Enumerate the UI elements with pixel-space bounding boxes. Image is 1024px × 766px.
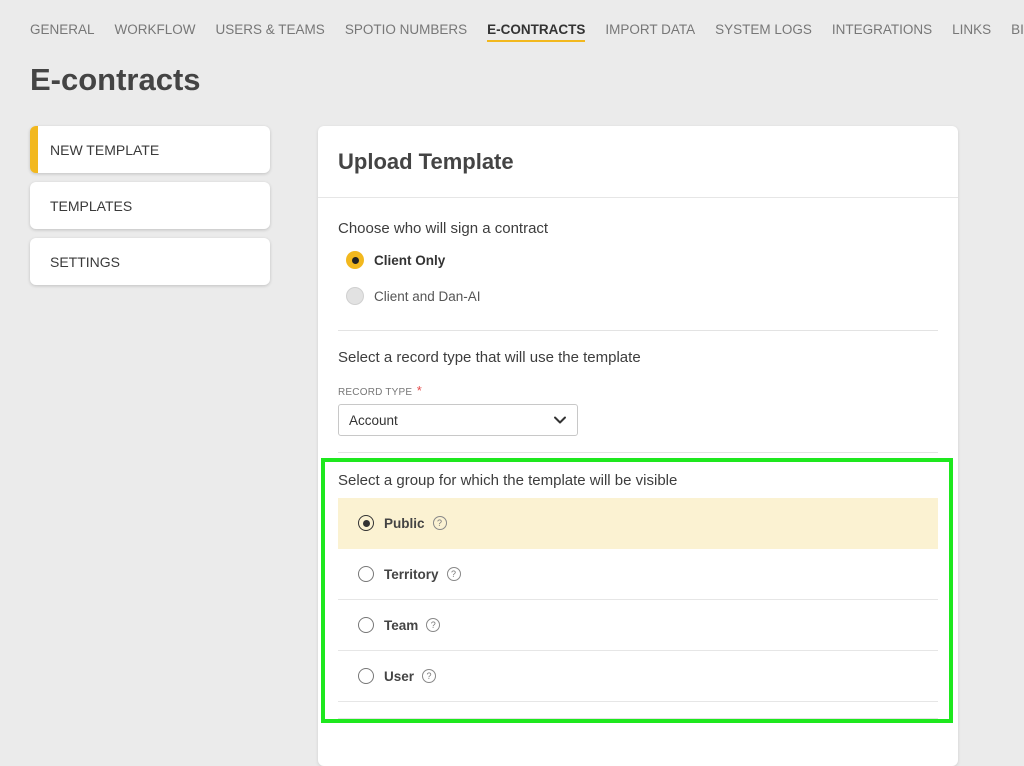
sidebar-item-settings[interactable]: SETTINGS xyxy=(30,238,270,285)
card-title: Upload Template xyxy=(318,126,958,198)
radio-unselected-icon[interactable] xyxy=(358,617,374,633)
group-options-list: Public ? Territory ? Team ? User ? xyxy=(338,498,938,702)
radio-unselected-icon[interactable] xyxy=(346,287,364,305)
group-option-public[interactable]: Public ? xyxy=(338,498,938,549)
help-icon[interactable]: ? xyxy=(432,516,447,530)
signers-section-title: Choose who will sign a contract xyxy=(338,220,549,237)
group-option-label: Team xyxy=(384,617,419,633)
group-option-label: User xyxy=(384,668,415,684)
radio-unselected-icon[interactable] xyxy=(358,668,374,684)
nav-tab-links[interactable]: LINKS xyxy=(952,22,991,42)
section-divider xyxy=(338,718,938,719)
group-option-user[interactable]: User ? xyxy=(338,651,938,702)
settings-top-nav: GENERAL WORKFLOW USERS & TEAMS SPOTIO NU… xyxy=(30,22,1024,42)
help-icon[interactable]: ? xyxy=(446,567,461,581)
page-title: E-contracts xyxy=(30,62,201,97)
nav-tab-general[interactable]: GENERAL xyxy=(30,22,95,42)
radio-selected-icon[interactable] xyxy=(346,251,364,269)
nav-tab-workflow[interactable]: WORKFLOW xyxy=(115,22,196,42)
record-type-label: RECORD TYPE xyxy=(338,387,413,398)
nav-tab-e-contracts[interactable]: E-CONTRACTS xyxy=(487,22,586,42)
record-type-select[interactable]: Account xyxy=(338,404,578,436)
sidebar-item-label: TEMPLATES xyxy=(50,197,133,214)
record-type-label-row: RECORD TYPE * xyxy=(338,382,938,400)
signer-option-client-only[interactable]: Client Only xyxy=(346,251,938,269)
radio-selected-icon[interactable] xyxy=(358,515,374,531)
nav-tab-import-data[interactable]: IMPORT DATA xyxy=(605,22,695,42)
sidebar-item-label: SETTINGS xyxy=(50,253,121,270)
signer-option-label: Client Only xyxy=(374,252,446,268)
required-mark: * xyxy=(416,383,422,398)
upload-template-card: Upload Template Choose who will sign a c… xyxy=(318,126,958,766)
nav-tab-integrations[interactable]: INTEGRATIONS xyxy=(832,22,932,42)
sidebar-item-templates[interactable]: TEMPLATES xyxy=(30,182,270,229)
signers-section: Choose who will sign a contract Client O… xyxy=(318,198,958,305)
group-option-label: Public xyxy=(384,515,425,531)
group-visibility-section: Select a group for which the template wi… xyxy=(318,453,958,702)
sidebar-item-new-template[interactable]: NEW TEMPLATE xyxy=(30,126,270,173)
nav-tab-users-teams[interactable]: USERS & TEAMS xyxy=(216,22,325,42)
nav-tab-billing[interactable]: BILLING xyxy=(1011,22,1024,42)
signer-option-label: Client and Dan-AI xyxy=(374,288,481,304)
record-type-section-title: Select a record type that will use the t… xyxy=(338,349,641,366)
help-icon[interactable]: ? xyxy=(426,618,441,632)
group-section-title: Select a group for which the template wi… xyxy=(338,472,678,489)
help-icon[interactable]: ? xyxy=(422,669,437,683)
nav-tab-spotio-numbers[interactable]: SPOTIO NUMBERS xyxy=(345,22,467,42)
group-option-label: Territory xyxy=(384,566,439,582)
nav-tab-system-logs[interactable]: SYSTEM LOGS xyxy=(715,22,812,42)
record-type-section: Select a record type that will use the t… xyxy=(318,331,958,436)
group-option-territory[interactable]: Territory ? xyxy=(338,549,938,600)
sidebar: NEW TEMPLATE TEMPLATES SETTINGS xyxy=(30,126,270,294)
sidebar-item-label: NEW TEMPLATE xyxy=(50,141,160,158)
radio-unselected-icon[interactable] xyxy=(358,566,374,582)
signer-option-client-and-dan-ai[interactable]: Client and Dan-AI xyxy=(346,287,938,305)
chevron-down-icon xyxy=(554,416,566,424)
group-option-team[interactable]: Team ? xyxy=(338,600,938,651)
record-type-value: Account xyxy=(349,412,398,428)
